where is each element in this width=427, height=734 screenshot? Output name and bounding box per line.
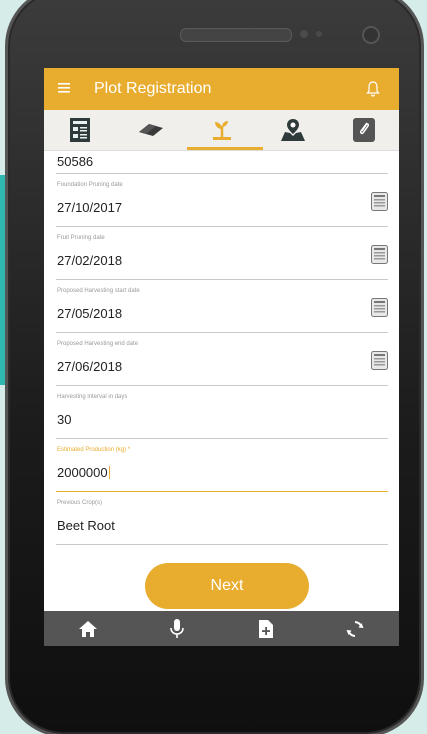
- app-bar: Plot Registration: [44, 68, 399, 110]
- calendar-icon[interactable]: [371, 192, 388, 211]
- harvest-end-date-field[interactable]: Proposed Harvesting end date 27/06/2018: [56, 333, 388, 386]
- field-label: Proposed Harvesting start date: [57, 288, 140, 294]
- menu-icon[interactable]: [58, 81, 74, 97]
- previous-crop-field[interactable]: Previous Crop(s) Beet Root: [56, 492, 388, 545]
- field-value: 30: [57, 412, 72, 427]
- phone-sensor: [300, 30, 308, 38]
- calendar-icon[interactable]: [371, 245, 388, 264]
- foundation-pruning-date-field[interactable]: Foundation Pruning date 27/10/2017: [56, 174, 388, 227]
- app-screen: Plot Registration 50586 Foundation Pruni…: [44, 68, 399, 646]
- notification-bell-icon[interactable]: [363, 79, 383, 99]
- bottom-navigation-bar: [44, 611, 399, 646]
- field-value: Beet Root: [57, 518, 115, 533]
- plot-form: 50586 Foundation Pruning date 27/10/2017…: [44, 151, 399, 545]
- fruit-pruning-date-field[interactable]: Fruit Pruning date 27/02/2018: [56, 227, 388, 280]
- active-tab-indicator: [187, 147, 263, 150]
- field-value: 27/05/2018: [57, 306, 123, 321]
- tab-land-plot-icon[interactable]: [131, 112, 171, 148]
- field-label: Fruit Pruning date: [57, 235, 105, 241]
- add-document-icon[interactable]: [252, 615, 280, 643]
- plot-number-field[interactable]: 50586: [56, 151, 388, 174]
- page-title: Plot Registration: [94, 80, 212, 97]
- field-value: 2000000: [57, 465, 108, 480]
- calendar-icon[interactable]: [371, 298, 388, 317]
- harvest-interval-field[interactable]: Harvesting interval in days 30: [56, 386, 388, 439]
- field-value: 27/06/2018: [57, 359, 123, 374]
- phone-frame: Plot Registration 50586 Foundation Pruni…: [8, 0, 421, 734]
- text-cursor: [108, 466, 110, 479]
- next-button[interactable]: Next: [145, 563, 309, 609]
- phone-sensor: [316, 31, 322, 37]
- sync-icon[interactable]: [341, 615, 369, 643]
- plot-number-value: 50586: [57, 154, 94, 169]
- field-label: Estimated Production (kg) *: [57, 447, 131, 453]
- estimated-production-field[interactable]: Estimated Production (kg) * 2000000: [56, 439, 388, 492]
- field-label: Previous Crop(s): [57, 500, 103, 506]
- field-label: Harvesting interval in days: [57, 394, 128, 400]
- harvest-start-date-field[interactable]: Proposed Harvesting start date 27/05/201…: [56, 280, 388, 333]
- tab-map-location-icon[interactable]: [273, 112, 313, 148]
- tab-document-list-icon[interactable]: [60, 112, 100, 148]
- field-label: Proposed Harvesting end date: [57, 341, 139, 347]
- field-label: Foundation Pruning date: [57, 182, 123, 188]
- home-icon[interactable]: [74, 615, 102, 643]
- field-value: 27/02/2018: [57, 253, 123, 268]
- tab-attachment-icon[interactable]: [344, 112, 384, 148]
- field-value-wrapper: 2000000: [57, 465, 110, 480]
- field-value: 27/10/2017: [57, 200, 123, 215]
- step-tabs: [44, 110, 399, 151]
- phone-camera: [362, 26, 380, 44]
- microphone-icon[interactable]: [163, 615, 191, 643]
- tab-plant-sprout-icon[interactable]: [202, 112, 242, 148]
- calendar-icon[interactable]: [371, 351, 388, 370]
- phone-speaker: [180, 28, 292, 42]
